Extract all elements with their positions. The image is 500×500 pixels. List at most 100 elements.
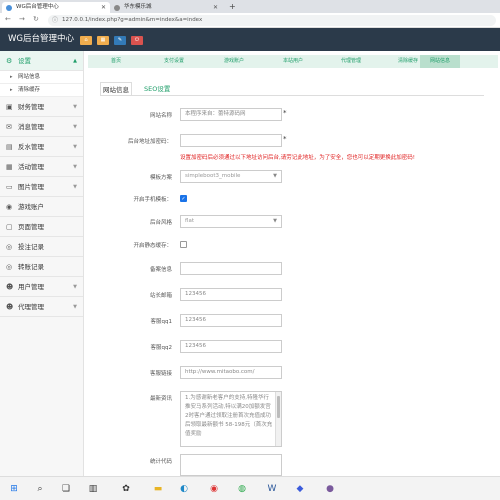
icp-input[interactable] <box>180 262 282 275</box>
browser-icon[interactable]: ● <box>322 481 338 497</box>
grid-button[interactable]: ▦ <box>97 36 109 45</box>
tab-payment-settings[interactable]: 支付设置 <box>144 55 204 68</box>
sidebar-item-messages[interactable]: ✉ 消息管理 ▼ <box>0 117 83 137</box>
qq1-input[interactable]: 123456 <box>180 314 282 327</box>
sidebar-item-agents[interactable]: ☻ 代理管理 ▼ <box>0 297 83 317</box>
reload-icon[interactable]: ↻ <box>33 15 39 23</box>
sidebar-item-label: 游戏账户 <box>18 203 44 211</box>
chevron-down-icon: ▼ <box>73 164 77 170</box>
qq1-label: 客服qq1 <box>150 319 172 325</box>
chevron-up-icon: ▲ <box>73 58 77 64</box>
browser-tab-second[interactable]: 华东模乐城 ✕ <box>110 2 222 13</box>
browser-tab-admin[interactable]: WG后台管理中心 ✕ <box>2 2 110 13</box>
sidebar-item-activities[interactable]: ▦ 活动管理 ▼ <box>0 157 83 177</box>
warning-text: 设置加密码后必须通过以下地址访问后台,请劳记此地址，为了安全，您也可以定期更换此… <box>180 155 415 161</box>
news-textarea[interactable]: 1.为感谢新老客户的支持,特隆华行推安马系列活动,特以满20加额发宫2时客户通过… <box>180 391 282 447</box>
tab-site-info[interactable]: 网站信息 <box>420 55 460 68</box>
tab-home[interactable]: 首页 <box>88 55 144 68</box>
subtab-seo[interactable]: SEO设置 <box>144 82 170 96</box>
check-icon: ✓ <box>181 196 186 202</box>
stat-code-textarea[interactable] <box>180 454 282 476</box>
mobile-template-checkbox[interactable]: ✓ <box>180 195 187 202</box>
subtab-site-info[interactable]: 网站信息 <box>100 82 132 96</box>
sidebar-item-label: 活动管理 <box>18 163 44 171</box>
sidebar-subitem-site-info[interactable]: ▸ 网站信息 <box>0 71 83 84</box>
scrollbar[interactable] <box>275 392 281 446</box>
template-value: simpleboot3_mobile <box>185 173 241 179</box>
sidebar-item-bet-records[interactable]: ◎ 投注记录 <box>0 237 83 257</box>
url-input[interactable]: ⓘ 127.0.0.1/index.php?g=admin&m=index&a=… <box>48 15 496 26</box>
form-row-admin-email: 站长邮箱 123456 <box>84 288 500 302</box>
static-cache-checkbox[interactable] <box>180 241 187 248</box>
form-row-icp: 备案信息 <box>84 262 500 276</box>
admin-style-value: flat <box>185 218 194 224</box>
back-icon[interactable]: ← <box>5 15 11 23</box>
divider <box>100 95 484 96</box>
power-button[interactable]: ⏻ <box>131 36 143 45</box>
site-name-label: 网站名称 <box>149 113 172 119</box>
search-icon[interactable]: ⌕ <box>32 481 48 497</box>
tab-game-accounts[interactable]: 游戏账户 <box>204 55 264 68</box>
tab-site-users[interactable]: 本站用户 <box>264 55 322 68</box>
chat-icon[interactable]: ✿ <box>118 481 134 497</box>
edge-icon[interactable]: ◐ <box>176 481 192 497</box>
wechat-icon[interactable]: ◍ <box>234 481 250 497</box>
app-header: WG后台管理中心 ⌂ ▦ ✎ ⏻ <box>0 28 500 51</box>
grid-icon: ▦ <box>100 37 106 43</box>
edit-button[interactable]: ✎ <box>114 36 126 45</box>
sidebar-item-rebate[interactable]: ▤ 反水管理 ▼ <box>0 137 83 157</box>
sidebar-item-transfer-records[interactable]: ◎ 转账记录 <box>0 257 83 277</box>
agent-icon: ☻ <box>6 303 14 311</box>
chrome-icon[interactable]: ◉ <box>206 481 222 497</box>
form-row-service-link: 客服链接 http://www.mitaobo.com/ <box>84 366 500 380</box>
app-icon[interactable]: ◆ <box>292 481 308 497</box>
sidebar-item-users[interactable]: ☻ 用户管理 ▼ <box>0 277 83 297</box>
service-link-input[interactable]: http://www.mitaobo.com/ <box>180 366 282 379</box>
chevron-down-icon: ▼ <box>273 173 277 179</box>
file-explorer-icon[interactable]: ▬ <box>150 481 166 497</box>
bullet-icon: ▸ <box>10 87 13 93</box>
form-row-stat-code: 统计代码 <box>84 454 500 476</box>
form-row-static-cache: 开启静态缓存： <box>84 240 500 250</box>
template-select[interactable]: simpleboot3_mobile ▼ <box>180 170 282 183</box>
tab-agents[interactable]: 代理管理 <box>322 55 380 68</box>
admin-style-select[interactable]: flat ▼ <box>180 215 282 228</box>
scrollbar-thumb[interactable] <box>277 396 280 418</box>
form-row-qq1: 客服qq1 123456 <box>84 314 500 328</box>
brand-title: WG后台管理中心 <box>8 34 74 44</box>
close-icon[interactable]: ✕ <box>101 2 106 13</box>
sidebar-item-pages[interactable]: ▢ 页面管理 <box>0 217 83 237</box>
new-tab-button[interactable]: + <box>229 0 236 13</box>
message-icon: ✉ <box>6 123 12 131</box>
sidebar-subitem-label: 网站信息 <box>18 74 41 80</box>
module-tab-bar: 首页 支付设置 游戏账户 本站用户 代理管理 清除缓存 网站信息 <box>88 55 498 68</box>
browser-tab-title: 华东模乐城 <box>124 4 152 10</box>
form-row-site-name: 网站名称 本程序来自：蕾特源码网 * <box>84 108 500 122</box>
address-bar-row: ← → ↻ ⓘ 127.0.0.1/index.php?g=admin&m=in… <box>0 13 500 28</box>
admin-password-input[interactable] <box>180 134 282 147</box>
site-name-input[interactable]: 本程序来自：蕾特源码网 <box>180 108 282 121</box>
task-view-icon[interactable]: ❏ <box>58 481 74 497</box>
close-icon[interactable]: ✕ <box>213 2 218 13</box>
chevron-down-icon: ▼ <box>273 218 277 224</box>
home-button[interactable]: ⌂ <box>80 36 92 45</box>
sidebar: ⚙ 设置 ▲ ▸ 网站信息 ▸ 清除缓存 ▣ 财务管理 ▼ ✉ 消息管理 ▼ ▤… <box>0 51 84 476</box>
windows-icon[interactable]: ⊞ <box>6 481 22 497</box>
wallet-icon: ▣ <box>6 103 13 111</box>
chevron-down-icon: ▼ <box>73 304 77 310</box>
sidebar-item-finance[interactable]: ▣ 财务管理 ▼ <box>0 97 83 117</box>
sidebar-item-images[interactable]: ▭ 图片管理 ▼ <box>0 177 83 197</box>
edit-icon: ✎ <box>117 37 123 43</box>
admin-email-input[interactable]: 123456 <box>180 288 282 301</box>
gear-icon: ⚙ <box>6 57 13 65</box>
info-icon[interactable]: ⓘ <box>52 15 58 26</box>
widgets-icon[interactable]: ▥ <box>85 481 101 497</box>
sidebar-item-settings[interactable]: ⚙ 设置 ▲ <box>0 51 83 71</box>
qq2-input[interactable]: 123456 <box>180 340 282 353</box>
form-row-mobile-template: 开启手机模板： ✓ <box>84 194 500 204</box>
favicon-icon <box>6 5 12 11</box>
sidebar-subitem-clear-cache[interactable]: ▸ 清除缓存 <box>0 84 83 97</box>
word-icon[interactable]: W <box>264 481 280 497</box>
sidebar-item-game-accounts[interactable]: ◉ 游戏账户 <box>0 197 83 217</box>
forward-icon[interactable]: → <box>19 15 25 23</box>
